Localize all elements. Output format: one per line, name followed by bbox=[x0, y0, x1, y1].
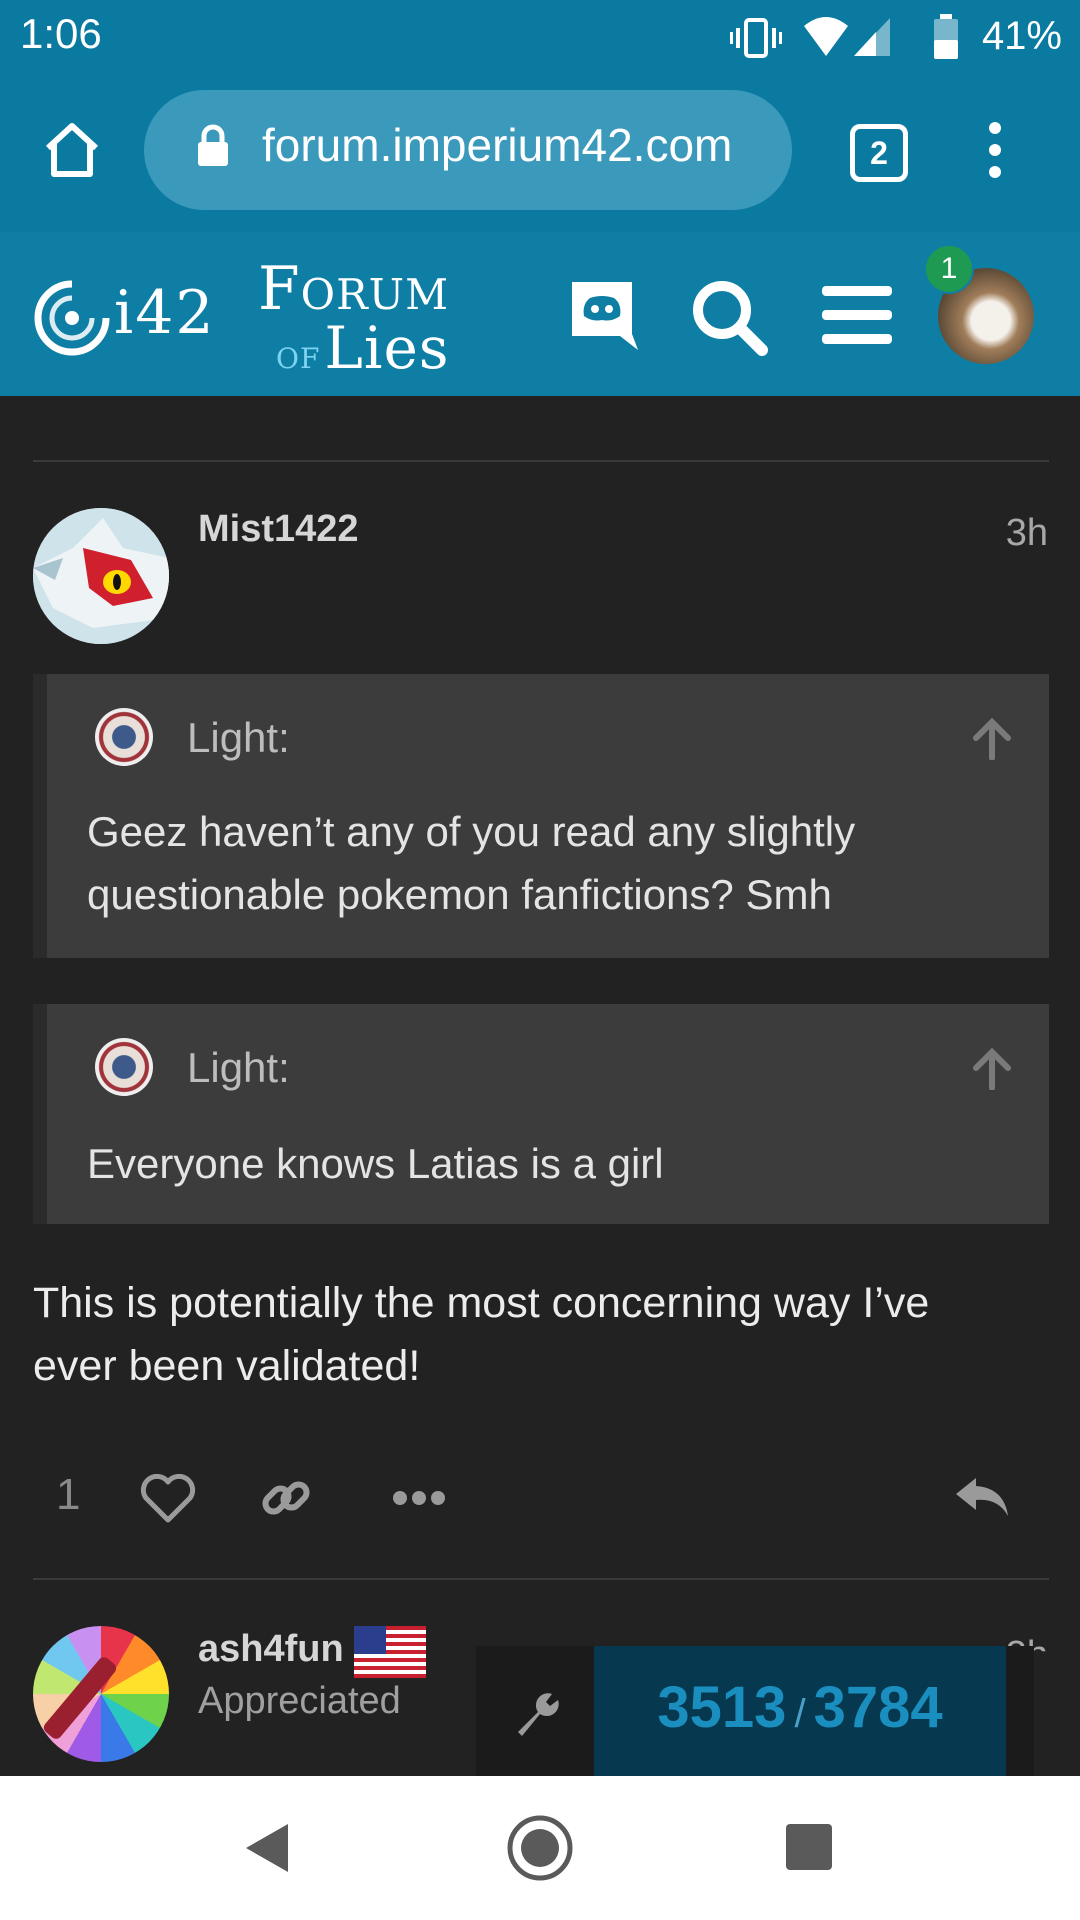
discord-icon[interactable] bbox=[566, 278, 638, 352]
system-nav-bar bbox=[0, 1776, 1080, 1920]
home-icon[interactable] bbox=[40, 118, 104, 182]
post-username[interactable]: Mist1422 bbox=[198, 508, 359, 551]
like-count[interactable]: 1 bbox=[56, 1470, 80, 1520]
more-icon[interactable] bbox=[392, 1490, 446, 1506]
quote-text: Everyone knows Latias is a girl bbox=[87, 1140, 664, 1187]
next-post-avatar[interactable] bbox=[33, 1626, 169, 1762]
progress-text: 3513/3784 bbox=[594, 1674, 1006, 1741]
heart-icon[interactable] bbox=[140, 1474, 196, 1524]
post-divider bbox=[33, 1578, 1049, 1580]
nav-home-icon[interactable] bbox=[506, 1814, 574, 1882]
quote-text: Geez haven’t any of you read any slightl… bbox=[87, 808, 856, 918]
latias-avatar-icon bbox=[33, 508, 169, 644]
nav-back-icon[interactable] bbox=[244, 1822, 290, 1874]
post-time[interactable]: 3h bbox=[1006, 512, 1048, 555]
quote-author: Light: bbox=[187, 714, 290, 761]
vibrate-icon bbox=[730, 18, 782, 58]
nav-recents-icon[interactable] bbox=[786, 1824, 832, 1870]
next-post-user-title: Appreciated bbox=[198, 1680, 401, 1722]
quote-author-avatar[interactable] bbox=[95, 1038, 153, 1096]
wrench-icon[interactable] bbox=[512, 1688, 562, 1738]
forum-header: i42 Forum ofLies 1 bbox=[0, 232, 1080, 396]
post-actions: 1 bbox=[0, 1460, 1080, 1540]
i42-logo-swirl-icon[interactable] bbox=[30, 276, 114, 360]
progress-current: 3513 bbox=[657, 1675, 787, 1740]
reply-icon[interactable] bbox=[954, 1474, 1010, 1520]
search-icon[interactable] bbox=[688, 276, 770, 358]
arrow-up-icon[interactable] bbox=[971, 718, 1013, 760]
post-divider bbox=[33, 460, 1049, 462]
logo-of-text: of bbox=[276, 332, 321, 378]
quote-block: Light: Geez haven’t any of you read any … bbox=[33, 674, 1049, 958]
browser-toolbar: forum.imperium42.com 2 bbox=[0, 76, 1080, 232]
topic-progress[interactable]: 3513/3784 bbox=[476, 1646, 1034, 1778]
battery-icon bbox=[934, 14, 958, 59]
logo-i42[interactable]: i42 bbox=[114, 278, 216, 348]
arrow-up-icon[interactable] bbox=[971, 1048, 1013, 1090]
progress-total: 3784 bbox=[813, 1675, 943, 1740]
link-icon[interactable] bbox=[258, 1470, 314, 1526]
quote-author-avatar[interactable] bbox=[95, 708, 153, 766]
notification-badge[interactable]: 1 bbox=[924, 244, 974, 294]
status-time: 1:06 bbox=[20, 10, 102, 57]
hamburger-menu-icon[interactable] bbox=[822, 284, 892, 346]
us-flag-icon bbox=[354, 1626, 426, 1678]
post-body: This is potentially the most concerning … bbox=[33, 1279, 930, 1390]
lock-icon bbox=[198, 124, 228, 166]
signal-icon bbox=[854, 18, 890, 56]
quote-block: Light: Everyone knows Latias is a girl bbox=[33, 1004, 1049, 1224]
quote-author: Light: bbox=[187, 1044, 290, 1091]
url-bar[interactable]: forum.imperium42.com bbox=[144, 90, 792, 210]
overflow-menu-icon[interactable] bbox=[980, 118, 1010, 182]
status-bar: 1:06 41% bbox=[0, 0, 1080, 76]
wifi-icon bbox=[804, 17, 848, 56]
battery-percent: 41% bbox=[981, 14, 1062, 58]
logo-lies-text[interactable]: ofLies bbox=[276, 314, 450, 382]
progress-separator: / bbox=[794, 1692, 806, 1736]
logo-lies-word: Lies bbox=[324, 314, 450, 382]
tabs-button[interactable]: 2 bbox=[850, 124, 908, 182]
next-post-username[interactable]: ash4fun bbox=[198, 1628, 344, 1671]
post-avatar[interactable] bbox=[33, 508, 169, 644]
progress-bar[interactable]: 3513/3784 bbox=[594, 1646, 1006, 1778]
url-text: forum.imperium42.com bbox=[262, 119, 733, 171]
